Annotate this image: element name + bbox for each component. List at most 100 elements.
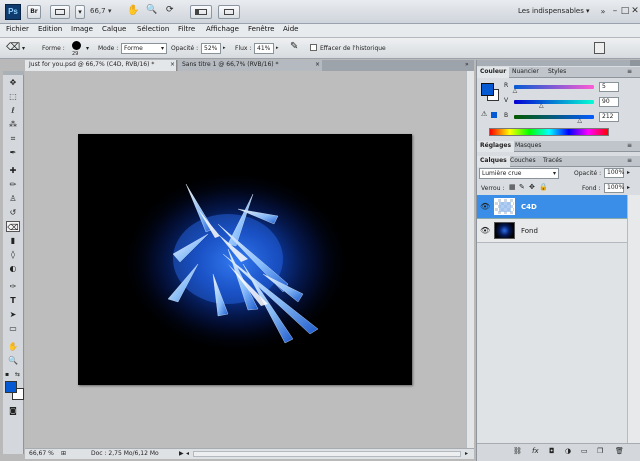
panel-menu-icon[interactable]: ≡ [627, 68, 632, 75]
web-color-swatch[interactable] [491, 112, 497, 118]
lock-pixels-icon[interactable]: ✎ [519, 183, 525, 191]
close-tab-icon[interactable]: × [170, 61, 175, 68]
v-slider-thumb-icon[interactable]: △ [539, 102, 544, 109]
eraser-tool-icon[interactable]: ⌫ [6, 221, 20, 232]
healing-brush-tool-icon[interactable]: ✚ [6, 165, 20, 176]
vertical-scrollbar[interactable] [466, 71, 474, 448]
status-zoom[interactable]: 66,67 % [29, 450, 54, 457]
mode-select[interactable]: Forme ▾ [121, 43, 167, 54]
fill-slider-icon[interactable]: ▸ [627, 184, 630, 191]
menu-edition[interactable]: Edition [38, 25, 62, 33]
opacite-input[interactable]: 52% [201, 43, 221, 54]
tab-couches[interactable]: Couches [507, 156, 539, 167]
new-layer-icon[interactable]: ❐ [597, 447, 603, 455]
screen-mode-icon[interactable] [50, 5, 70, 19]
eyedropper-tool-icon[interactable]: ✒ [6, 147, 20, 158]
menu-image[interactable]: Image [71, 25, 93, 33]
blend-mode-select[interactable]: Lumière crue ▾ [479, 168, 559, 179]
default-colors-icon[interactable]: ▪ [5, 371, 9, 378]
brush-dropdown-icon[interactable]: ▾ [86, 45, 89, 52]
menu-affichage[interactable]: Affichage [206, 25, 239, 33]
tool-preset-dropdown-icon[interactable]: ▾ [22, 45, 25, 52]
layer-row[interactable]: 👁 C4D [477, 195, 627, 219]
tab-just-for-you[interactable]: Just for you.psd @ 66,7% (C4D, RVB/16) * [25, 60, 177, 71]
history-brush-tool-icon[interactable]: ↺ [6, 207, 20, 218]
r-slider-thumb-icon[interactable]: △ [513, 87, 518, 94]
eye-icon[interactable]: 👁 [480, 226, 490, 235]
tab-calques[interactable]: Calques [477, 156, 510, 167]
tabs-overflow-icon[interactable]: » [465, 61, 469, 68]
menu-fichier[interactable]: Fichier [6, 25, 29, 33]
hand-tool-icon[interactable]: ✋ [127, 5, 139, 16]
menu-selection[interactable]: Sélection [137, 25, 169, 33]
tab-masques[interactable]: Masques [512, 141, 544, 152]
workspace-switcher[interactable]: Les indispensables [518, 7, 584, 15]
menu-filtre[interactable]: Filtre [178, 25, 195, 33]
dodge-tool-icon[interactable]: ◐ [6, 263, 20, 274]
menu-aide[interactable]: Aide [283, 25, 298, 33]
menu-calque[interactable]: Calque [102, 25, 126, 33]
fill-input[interactable]: 100% [604, 183, 624, 193]
layer-row[interactable]: 👁 Fond [477, 219, 627, 243]
arrange-documents-icon[interactable] [190, 5, 212, 19]
r-slider[interactable] [514, 85, 594, 89]
v-input[interactable]: 90 [599, 97, 619, 107]
brush-tool-icon[interactable]: ✏ [6, 179, 20, 190]
tab-styles[interactable]: Styles [545, 67, 569, 78]
magic-wand-tool-icon[interactable]: ⁂ [6, 119, 20, 130]
hand-tool-icon[interactable]: ✋ [6, 341, 20, 352]
blur-tool-icon[interactable]: ◊ [6, 249, 20, 260]
brush-preview-icon[interactable] [72, 41, 81, 50]
panel-toggle-icon[interactable] [594, 42, 605, 54]
workspace-dropdown-icon[interactable]: ▾ [586, 7, 590, 15]
v-slider[interactable] [514, 100, 594, 104]
marquee-tool-icon[interactable]: ⬚ [6, 91, 20, 102]
zoom-tool-icon[interactable]: 🔍 [146, 5, 157, 15]
gamut-warning-icon[interactable]: ⚠ [481, 110, 487, 118]
opacity-input[interactable]: 100% [604, 168, 624, 178]
flux-slider-icon[interactable]: ▸ [276, 45, 279, 51]
tab-traces[interactable]: Tracés [540, 156, 565, 167]
rotate-view-icon[interactable]: ⟳ [166, 5, 174, 15]
eraser-tool-icon[interactable]: ⌫ [6, 42, 20, 53]
gradient-tool-icon[interactable]: ▮ [6, 235, 20, 246]
crop-tool-icon[interactable]: ⌗ [6, 133, 20, 144]
b-slider-thumb-icon[interactable]: △ [577, 117, 582, 124]
color-spectrum-bar[interactable] [489, 128, 609, 136]
zoom-dropdown-icon[interactable]: ▾ [108, 7, 112, 15]
panel-menu-icon[interactable]: ≡ [627, 157, 632, 164]
foreground-color-swatch[interactable] [5, 381, 17, 393]
zoom-tool-icon[interactable]: 🔍 [6, 355, 20, 366]
scroll-left-icon[interactable]: ◂ [186, 450, 189, 457]
airbrush-icon[interactable]: ✎ [290, 41, 298, 52]
document-canvas[interactable] [78, 134, 412, 385]
scroll-right-icon[interactable]: ▸ [465, 450, 468, 457]
zoom-icon[interactable]: ▾ [75, 5, 85, 19]
historique-checkbox[interactable] [310, 44, 317, 51]
lasso-tool-icon[interactable]: ℓ [6, 105, 20, 116]
new-group-icon[interactable]: ▭ [581, 447, 588, 455]
path-selection-tool-icon[interactable]: ➤ [6, 309, 20, 320]
collapse-panels-icon[interactable] [630, 60, 640, 66]
delete-layer-icon[interactable]: 🗑 [615, 447, 624, 455]
b-input[interactable]: 212 [599, 112, 619, 122]
close-tab-icon[interactable]: × [315, 61, 320, 68]
tab-sans-titre[interactable]: Sans titre 1 @ 66,7% (RVB/16) * [178, 60, 322, 71]
link-layers-icon[interactable]: ⛓ [513, 447, 522, 455]
pen-tool-icon[interactable]: ✑ [6, 281, 20, 292]
lock-position-icon[interactable]: ✥ [529, 183, 535, 191]
lock-transparency-icon[interactable]: ▦ [509, 183, 516, 191]
r-input[interactable]: 5 [599, 82, 619, 92]
tools-grip[interactable] [3, 71, 24, 75]
clone-stamp-tool-icon[interactable]: ♙ [6, 193, 20, 204]
panel-menu-icon[interactable]: ≡ [627, 142, 632, 149]
move-tool-icon[interactable]: ✥ [6, 77, 20, 88]
menu-fenetre[interactable]: Fenêtre [248, 25, 274, 33]
tab-reglages[interactable]: Réglages [477, 141, 515, 152]
type-tool-icon[interactable]: T [6, 295, 20, 306]
quick-mask-icon[interactable]: ◙ [6, 405, 20, 416]
eye-icon[interactable]: 👁 [480, 202, 490, 211]
adjustment-layer-icon[interactable]: ◑ [565, 447, 571, 455]
shape-tool-icon[interactable]: ▭ [6, 323, 20, 334]
status-menu-icon[interactable]: ▶ [179, 450, 184, 457]
